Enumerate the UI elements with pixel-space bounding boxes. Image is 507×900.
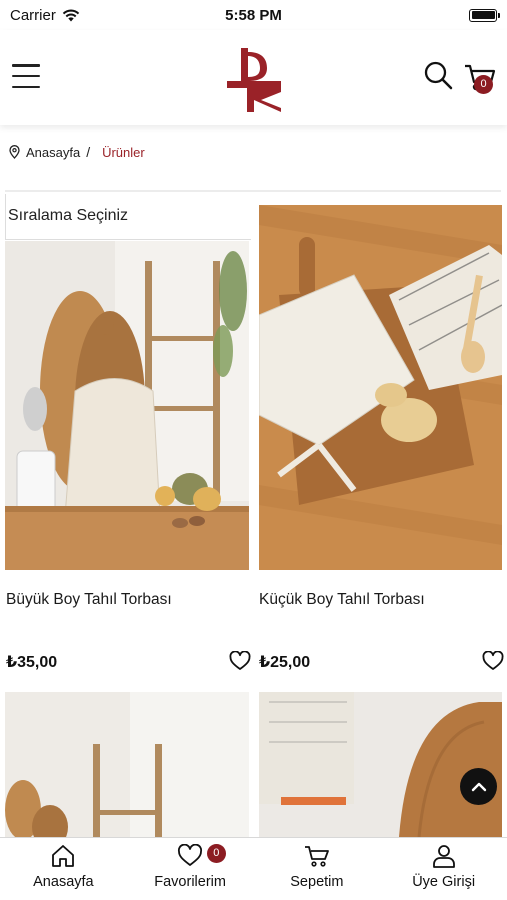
bottom-tab-bar: Anasayfa Favorilerim 0 Sepetim Üye Giriş…: [0, 837, 507, 900]
brand-logo[interactable]: [227, 48, 281, 112]
cart-icon: [304, 846, 329, 867]
breadcrumb-current[interactable]: Ürünler: [102, 145, 145, 160]
product-image[interactable]: [5, 692, 249, 837]
favorites-count-badge: 0: [206, 844, 226, 863]
tab-label: Anasayfa: [33, 874, 94, 890]
cart-count-badge: 0: [474, 75, 493, 94]
menu-button[interactable]: [12, 64, 40, 88]
divider: [5, 190, 501, 192]
product-image[interactable]: [259, 205, 502, 570]
battery-icon: [469, 8, 500, 22]
breadcrumb: Anasayfa / Ürünler: [9, 144, 145, 160]
status-left: Carrier: [10, 7, 80, 24]
hamburger-line: [12, 64, 40, 67]
tab-label: Sepetim: [290, 874, 344, 890]
carrier-label: Carrier: [10, 6, 56, 24]
location-pin-icon: [9, 145, 20, 159]
product-name[interactable]: Büyük Boy Tahıl Torbası: [6, 591, 172, 609]
product-name[interactable]: Küçük Boy Tahıl Torbası: [259, 591, 425, 609]
heart-icon: [178, 844, 203, 866]
status-bar: Carrier 5:58 PM: [0, 0, 507, 30]
sort-select[interactable]: Sıralama Seçiniz: [5, 194, 251, 240]
tab-label: Üye Girişi: [412, 874, 476, 890]
hamburger-line: [12, 74, 40, 78]
product-price: ₺25,00: [259, 654, 311, 671]
heart-icon[interactable]: [482, 651, 504, 671]
home-icon: [52, 845, 75, 867]
tab-home[interactable]: Anasayfa: [0, 838, 127, 900]
chevron-up-icon: [471, 782, 486, 791]
user-icon: [432, 845, 455, 868]
breadcrumb-home-link[interactable]: Anasayfa: [26, 145, 80, 160]
heart-icon[interactable]: [229, 651, 251, 671]
hamburger-line: [12, 85, 40, 88]
tab-label: Favorilerim: [154, 874, 226, 890]
tab-favorites[interactable]: Favorilerim 0: [127, 838, 254, 900]
tab-cart[interactable]: Sepetim: [254, 838, 381, 900]
search-icon[interactable]: [423, 60, 453, 90]
product-image[interactable]: [5, 241, 249, 570]
tab-login[interactable]: Üye Girişi: [380, 838, 507, 900]
app-header: 0: [0, 30, 507, 125]
scroll-top-button[interactable]: [460, 768, 497, 805]
product-price: ₺35,00: [6, 654, 58, 671]
breadcrumb-separator: /: [86, 144, 91, 160]
product-image[interactable]: [259, 692, 502, 837]
wifi-icon: [62, 9, 80, 21]
